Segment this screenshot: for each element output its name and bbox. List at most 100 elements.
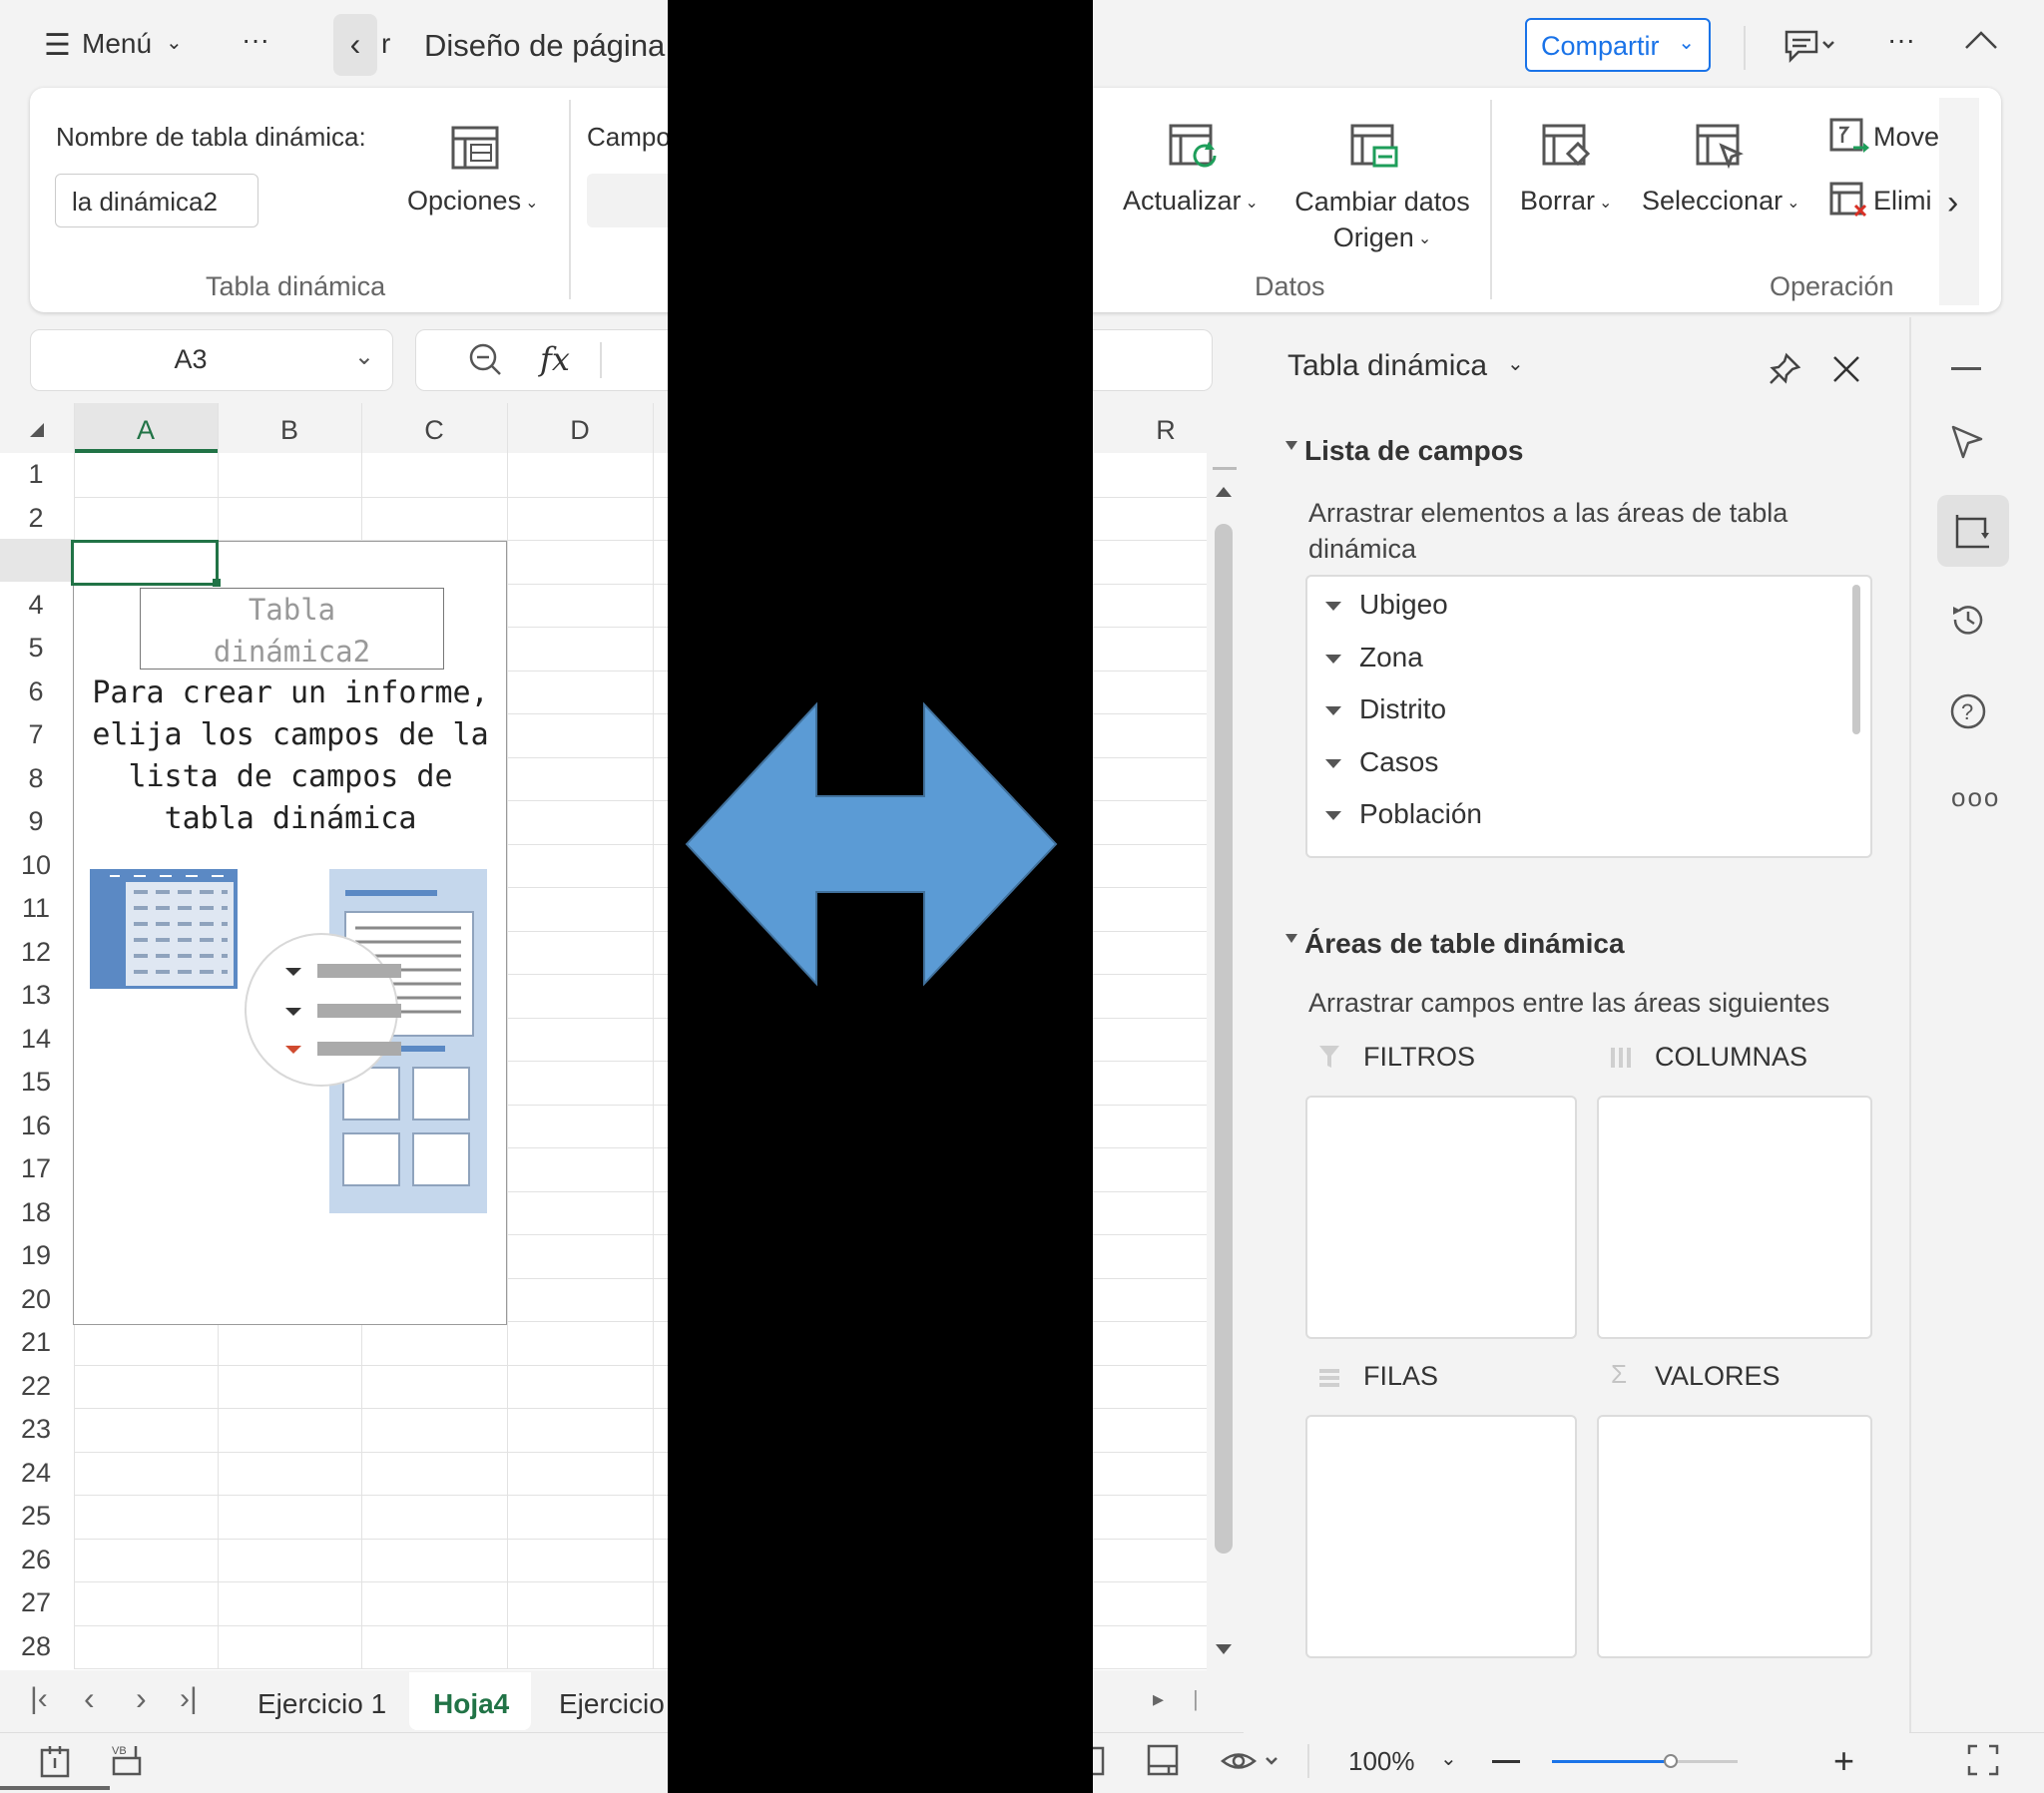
row-header[interactable]: 21 — [0, 1327, 72, 1358]
field-settings-input[interactable] — [587, 174, 668, 227]
column-header-d[interactable]: D — [507, 405, 653, 455]
row-header[interactable]: 11 — [0, 893, 72, 924]
row-header[interactable]: 20 — [0, 1284, 72, 1315]
chevron-down-icon[interactable]: ⌄ — [1507, 351, 1524, 376]
cursor-icon[interactable] — [1949, 423, 1985, 468]
row-header[interactable]: 8 — [0, 763, 72, 794]
delete-pivot-button[interactable]: Elimi — [1873, 186, 1932, 217]
row-header[interactable]: 25 — [0, 1501, 72, 1532]
pin-icon[interactable] — [1767, 351, 1802, 392]
row-header[interactable]: 22 — [0, 1371, 72, 1402]
filters-drop-area[interactable] — [1305, 1096, 1577, 1339]
vba-icon[interactable]: VB — [110, 1742, 146, 1783]
tab-splitter[interactable]: | — [1193, 1686, 1199, 1712]
fill-handle[interactable] — [213, 579, 221, 587]
row-header[interactable]: 24 — [0, 1458, 72, 1489]
help-icon[interactable]: ? — [1949, 692, 1987, 735]
comment-icon[interactable] — [1784, 28, 1837, 69]
row-header[interactable]: 4 — [0, 590, 72, 621]
field-list-item[interactable]: Zona — [1325, 642, 1423, 673]
columns-drop-area[interactable] — [1597, 1096, 1872, 1339]
expand-field-icon[interactable] — [1325, 811, 1341, 821]
next-sheet-icon[interactable]: › — [136, 1680, 147, 1717]
column-header-a[interactable]: A — [74, 405, 218, 455]
collapse-field-list-icon[interactable] — [1285, 441, 1297, 450]
tab-page-layout[interactable]: Diseño de página — [424, 28, 665, 64]
more-options-button[interactable]: ··· — [1887, 24, 1915, 56]
row-header[interactable]: 17 — [0, 1153, 72, 1184]
row-header[interactable]: 27 — [0, 1587, 72, 1618]
row-header[interactable]: 6 — [0, 676, 72, 707]
more-icon[interactable]: ooo — [1951, 782, 2000, 813]
formula-input-end[interactable] — [1093, 329, 1213, 391]
values-drop-area[interactable] — [1597, 1415, 1872, 1658]
menu-button[interactable]: Menú — [82, 28, 152, 60]
field-list-header[interactable]: Lista de campos — [1304, 435, 1523, 467]
row-header[interactable]: 15 — [0, 1067, 72, 1098]
rows-drop-area[interactable] — [1305, 1415, 1577, 1658]
spreadsheet-grid[interactable] — [1093, 401, 1207, 1670]
row-header[interactable]: 9 — [0, 806, 72, 837]
scrollbar-split-handle[interactable] — [1213, 467, 1237, 470]
row-header[interactable]: 10 — [0, 850, 72, 881]
clear-button[interactable]: Borrar ⌄ — [1520, 186, 1612, 217]
expand-field-icon[interactable] — [1325, 654, 1341, 664]
sheet-tab-ejercicio1[interactable]: Ejercicio 1 — [257, 1688, 386, 1720]
prev-sheet-icon[interactable]: ‹ — [84, 1680, 95, 1717]
zoom-slider[interactable] — [1552, 1754, 1738, 1768]
zoom-level[interactable]: 100% — [1348, 1746, 1415, 1777]
close-icon[interactable] — [1830, 353, 1862, 390]
row-header[interactable]: 14 — [0, 1024, 72, 1055]
chevron-down-icon[interactable]: ⌄ — [1440, 1746, 1457, 1771]
expand-field-icon[interactable] — [1325, 602, 1341, 612]
collapse-areas-icon[interactable] — [1285, 934, 1297, 943]
row-header[interactable]: 23 — [0, 1414, 72, 1445]
select-button[interactable]: Seleccionar ⌄ — [1642, 186, 1799, 217]
zoom-slider-thumb[interactable] — [1664, 1754, 1678, 1768]
pivot-name-input[interactable]: la dinámica2 — [55, 174, 258, 227]
options-button[interactable]: Opciones ⌄ — [407, 186, 538, 217]
field-list-item[interactable]: Distrito — [1325, 693, 1446, 725]
zoom-formula-icon[interactable] — [468, 342, 502, 381]
scroll-down-icon[interactable] — [1216, 1644, 1232, 1654]
row-header[interactable]: 12 — [0, 937, 72, 968]
row-header[interactable]: 2 — [0, 503, 72, 534]
row-header[interactable]: 28 — [0, 1631, 72, 1662]
column-header-r[interactable]: R — [1093, 405, 1239, 455]
expand-field-icon[interactable] — [1325, 758, 1341, 768]
collapse-ribbon-icon[interactable] — [1963, 28, 1999, 57]
sheet-tab-hoja4[interactable]: Hoja4 — [433, 1688, 509, 1720]
change-source-button[interactable]: Cambiar datos Origen ⌄ — [1287, 184, 1477, 257]
name-box[interactable]: A3 ⌄ — [30, 329, 393, 391]
macro-icon[interactable] — [40, 1744, 70, 1783]
fx-icon[interactable]: fx — [540, 340, 570, 378]
move-pivot-button[interactable]: Move — [1873, 122, 1939, 153]
last-sheet-icon[interactable]: ›| — [180, 1682, 198, 1716]
more-options-button[interactable]: ··· — [242, 24, 269, 56]
first-sheet-icon[interactable]: |‹ — [30, 1682, 48, 1716]
active-cell-a3[interactable] — [71, 540, 219, 586]
scroll-tabs-right-icon[interactable]: ▸ — [1153, 1686, 1164, 1712]
areas-header[interactable]: Áreas de table dinámica — [1304, 928, 1625, 960]
history-icon[interactable] — [1949, 601, 1987, 644]
field-list-scrollbar[interactable] — [1852, 585, 1860, 734]
row-header[interactable]: 16 — [0, 1111, 72, 1141]
panel-title[interactable]: Tabla dinámica — [1287, 349, 1487, 383]
row-header[interactable]: 18 — [0, 1197, 72, 1228]
row-header[interactable]: 5 — [0, 633, 72, 664]
row-header[interactable]: 1 — [0, 459, 72, 490]
select-all-icon[interactable] — [30, 423, 44, 437]
tab-partial[interactable]: r — [381, 28, 390, 60]
expand-field-icon[interactable] — [1325, 706, 1341, 716]
field-list-item[interactable]: Casos — [1325, 746, 1438, 778]
eye-icon[interactable] — [1221, 1746, 1282, 1781]
sheet-tab-ejercicio-partial[interactable]: Ejercicio — [559, 1688, 665, 1720]
normal-view-icon[interactable] — [1093, 1746, 1107, 1781]
formula-input[interactable]: fx — [415, 329, 668, 391]
row-header[interactable]: 13 — [0, 980, 72, 1011]
row-header[interactable]: 19 — [0, 1240, 72, 1271]
field-list-item[interactable]: Población — [1325, 798, 1482, 830]
menu-icon[interactable]: ☰ — [44, 28, 71, 63]
refresh-button[interactable]: Actualizar ⌄ — [1123, 186, 1259, 217]
zoom-out-icon[interactable] — [1492, 1760, 1520, 1763]
